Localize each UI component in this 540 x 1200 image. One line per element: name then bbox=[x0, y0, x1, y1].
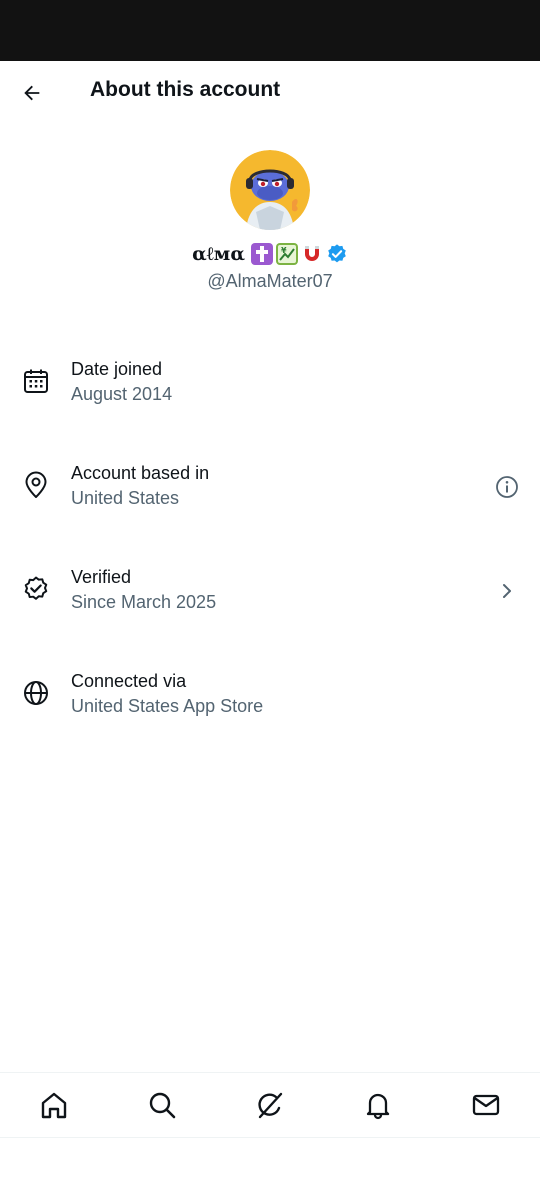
info-title: Verified bbox=[71, 567, 132, 587]
globe-icon bbox=[24, 681, 48, 705]
nav-messages-button[interactable] bbox=[456, 1075, 516, 1135]
search-icon bbox=[149, 1092, 176, 1119]
home-icon bbox=[41, 1092, 67, 1119]
account-location-info-button[interactable] bbox=[494, 474, 520, 500]
display-name: αℓмα bbox=[192, 242, 245, 265]
magnet-emoji bbox=[301, 243, 323, 265]
info-row-account-based-in: Account based in United States bbox=[0, 434, 540, 538]
verified-check-icon bbox=[24, 576, 48, 600]
page-title: About this account bbox=[90, 78, 281, 101]
info-value: United States bbox=[71, 488, 180, 508]
info-title: Date joined bbox=[71, 359, 163, 379]
arrow-left-icon bbox=[24, 85, 40, 101]
nav-notifications-button[interactable] bbox=[348, 1075, 408, 1135]
calendar-icon bbox=[24, 369, 48, 393]
info-value: August 2014 bbox=[71, 384, 173, 404]
verified-badge-icon[interactable] bbox=[326, 243, 348, 265]
info-title: Connected via bbox=[71, 671, 187, 691]
info-row-date-joined: Date joined August 2014 bbox=[0, 330, 540, 434]
profile-summary: αℓмα ¥ @AlmaMater07 bbox=[0, 150, 540, 292]
messages-mail-icon bbox=[472, 1094, 500, 1116]
status-bar bbox=[0, 0, 540, 61]
info-icon bbox=[496, 476, 518, 498]
info-title: Account based in bbox=[71, 463, 210, 483]
back-button[interactable] bbox=[14, 75, 50, 111]
grok-icon bbox=[258, 1092, 283, 1119]
verified-details-button[interactable] bbox=[494, 578, 520, 604]
nav-search-button[interactable] bbox=[132, 1075, 192, 1135]
bottom-navigation bbox=[0, 1072, 540, 1138]
chevron-right-icon bbox=[503, 584, 511, 598]
nav-grok-button[interactable] bbox=[240, 1075, 300, 1135]
svg-text:¥: ¥ bbox=[281, 246, 287, 255]
avatar[interactable] bbox=[230, 150, 310, 230]
account-info-list: Date joined August 2014 Account based in… bbox=[0, 330, 540, 746]
info-row-connected-via: Connected via United States App Store bbox=[0, 642, 540, 746]
info-value: Since March 2025 bbox=[71, 592, 217, 612]
notifications-bell-icon bbox=[366, 1093, 390, 1120]
location-pin-icon bbox=[25, 471, 47, 498]
chart-yen-emoji: ¥ bbox=[275, 243, 298, 265]
username-handle: @AlmaMater07 bbox=[207, 271, 333, 291]
latin-cross-emoji bbox=[250, 243, 273, 265]
header: About this account bbox=[0, 61, 540, 123]
display-name-row: αℓмα ¥ bbox=[0, 241, 540, 267]
nav-home-button[interactable] bbox=[24, 1075, 84, 1135]
info-row-verified[interactable]: Verified Since March 2025 bbox=[0, 538, 540, 642]
info-value: United States App Store bbox=[71, 696, 264, 716]
